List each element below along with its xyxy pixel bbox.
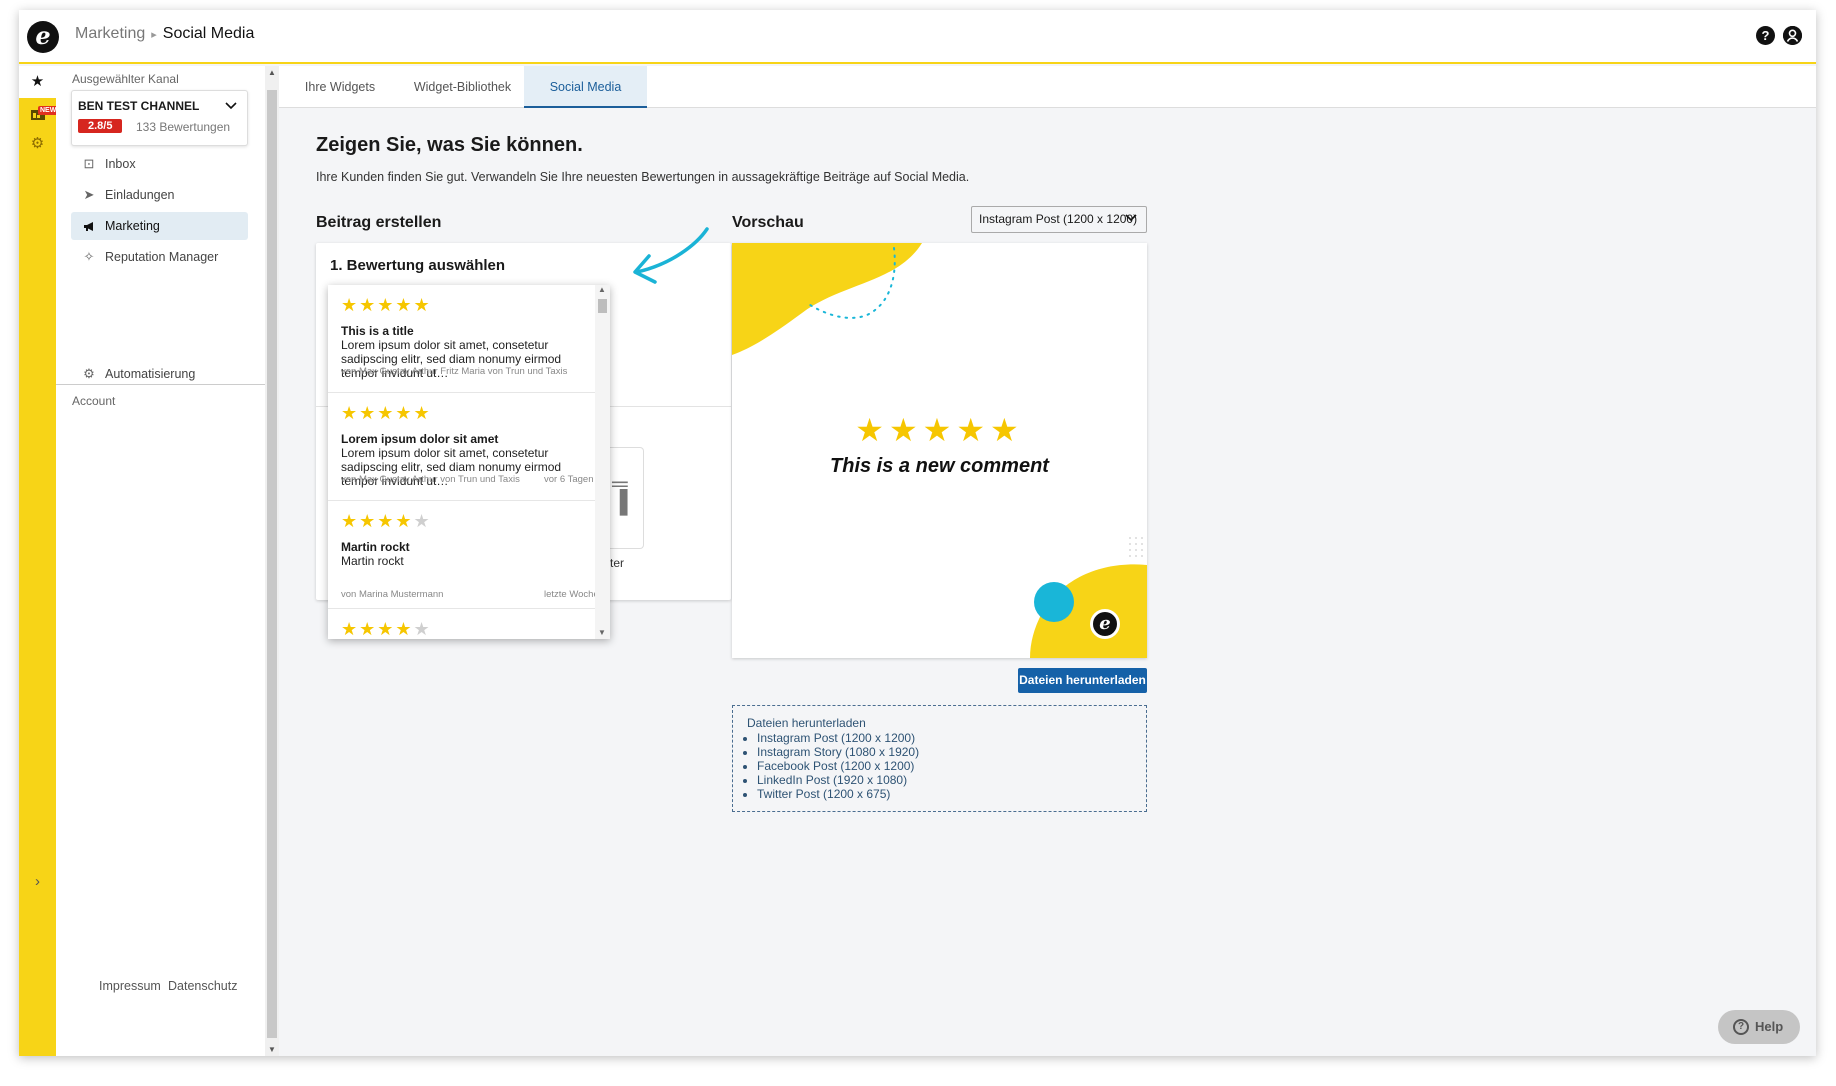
- question-circle-icon: ?: [1733, 1019, 1749, 1035]
- download-files-button[interactable]: Dateien herunterladen: [1018, 668, 1147, 693]
- breadcrumb: Marketing ▸ Social Media: [75, 25, 254, 43]
- sparkle-icon: ✧: [83, 249, 95, 264]
- review-option[interactable]: ★★★★★: [328, 609, 595, 639]
- dropdown-scrollbar[interactable]: ▲ ▼: [595, 285, 610, 639]
- review-author: von Max Gustav Arthur Fritz Maria von Tr…: [341, 366, 568, 377]
- user-icon[interactable]: [1783, 26, 1802, 45]
- help-icon[interactable]: ?: [1756, 26, 1775, 45]
- review-option[interactable]: ★★★★★ Lorem ipsum dolor sit amet Lorem i…: [328, 393, 595, 501]
- scrollbar-thumb[interactable]: [267, 90, 277, 1038]
- nav-item-reputation-manager[interactable]: ✧ Reputation Manager: [71, 243, 248, 271]
- download-format-item[interactable]: Twitter Post (1200 x 675): [757, 787, 1132, 801]
- megaphone-icon: [80, 212, 98, 240]
- page-heading: Zeigen Sie, was Sie können.: [316, 134, 583, 156]
- review-option[interactable]: ★★★★★ This is a title Lorem ipsum dolor …: [328, 285, 595, 393]
- scroll-down-icon[interactable]: ▼: [598, 628, 606, 637]
- chevron-down-icon: [1125, 207, 1137, 232]
- nav-item-label: Marketing: [105, 219, 160, 233]
- download-format-item[interactable]: Instagram Story (1080 x 1920): [757, 745, 1132, 759]
- channel-name: BEN TEST CHANNEL: [78, 99, 200, 113]
- scroll-up-icon[interactable]: ▲: [268, 68, 276, 77]
- channel-label: Ausgewählter Kanal: [72, 72, 179, 86]
- step1-title: 1. Bewertung auswählen: [330, 257, 506, 274]
- download-format-item[interactable]: LinkedIn Post (1920 x 1080): [757, 773, 1132, 787]
- collapse-chevron-icon[interactable]: ›: [19, 866, 56, 898]
- review-title: Lorem ipsum dolor sit amet: [341, 432, 499, 446]
- preview-title: Vorschau: [732, 214, 804, 231]
- preview-stars: ★★★★★: [855, 412, 1024, 448]
- breadcrumb-parent[interactable]: Marketing: [75, 25, 145, 42]
- review-date: letzte Woche: [544, 589, 595, 600]
- account-label: Account: [72, 394, 116, 408]
- help-button[interactable]: ? Help: [1718, 1010, 1800, 1044]
- review-dropdown[interactable]: ★★★★★ This is a title Lorem ipsum dolor …: [328, 285, 610, 639]
- footer-impressum-link[interactable]: Impressum: [99, 979, 161, 993]
- format-select-value: Instagram Post (1200 x 1200): [979, 212, 1138, 226]
- sidebar: Ausgewählter Kanal BEN TEST CHANNEL 2.8/…: [56, 66, 265, 1056]
- main-content: Ihre Widgets Widget-Bibliothek Social Me…: [279, 66, 1816, 1056]
- scroll-down-icon[interactable]: ▼: [268, 1045, 276, 1054]
- inbox-icon: ⊡: [83, 156, 95, 171]
- download-box-title: Dateien herunterladen: [747, 716, 866, 730]
- download-format-item[interactable]: Facebook Post (1200 x 1200): [757, 759, 1132, 773]
- page-subtitle: Ihre Kunden finden Sie gut. Verwandeln S…: [316, 170, 970, 184]
- breadcrumb-separator-icon: ▸: [151, 29, 157, 41]
- scrollbar-thumb[interactable]: [598, 299, 607, 313]
- nav-item-automatisierung[interactable]: ⚙ Automatisierung: [71, 360, 248, 388]
- tab-bar: Ihre Widgets Widget-Bibliothek Social Me…: [279, 66, 1816, 108]
- review-title: Martin rockt: [341, 540, 410, 554]
- review-date: vor 6 Tagen: [544, 474, 594, 485]
- hint-arrow-icon: [633, 227, 709, 284]
- download-format-list: Instagram Post (1200 x 1200) Instagram S…: [757, 731, 1132, 801]
- tab-social-media[interactable]: Social Media: [524, 66, 647, 108]
- nav-item-label: Reputation Manager: [105, 250, 219, 264]
- app-rail: ★ NEW ⚙ ›: [19, 66, 59, 1056]
- nav-item-einladungen[interactable]: ➤ Einladungen: [71, 181, 248, 209]
- lines-icon: ═ ▐: [612, 471, 628, 514]
- help-label: Help: [1755, 1019, 1784, 1034]
- review-count: 133 Bewertungen: [136, 120, 231, 134]
- preview-decoration: [732, 243, 1147, 658]
- nav-item-inbox[interactable]: ⊡ Inbox: [71, 150, 248, 178]
- nav-item-label: Inbox: [105, 157, 136, 171]
- review-author: von Max Gustav Arthur von Trun und Taxis: [341, 474, 520, 485]
- gear-icon[interactable]: ⚙: [19, 128, 56, 160]
- format-select[interactable]: Instagram Post (1200 x 1200): [971, 206, 1147, 233]
- nav-item-marketing[interactable]: Marketing: [71, 212, 248, 240]
- review-option[interactable]: ★★★★★ Martin rockt Martin rockt von Mari…: [328, 501, 595, 609]
- sidebar-scrollbar[interactable]: ▲ ▼: [265, 66, 279, 1056]
- trusted-shops-logo[interactable]: e: [27, 21, 59, 53]
- nav-item-label: Einladungen: [105, 188, 175, 202]
- star-icon[interactable]: ★: [19, 66, 56, 98]
- tab-widget-bibliothek[interactable]: Widget-Bibliothek: [401, 66, 524, 108]
- page-title: Social Media: [162, 25, 255, 42]
- tab-ihre-widgets[interactable]: Ihre Widgets: [279, 66, 401, 108]
- trusted-shops-logo: e: [1090, 609, 1120, 639]
- rating-stars: ★★★★★: [341, 619, 432, 639]
- app-window: e Marketing ▸ Social Media ? ★ NEW ⚙ › Aus…: [19, 10, 1816, 1056]
- chevron-down-icon: [225, 101, 237, 113]
- rating-badge: 2.8/5: [78, 119, 123, 133]
- review-body: Martin rockt: [341, 554, 404, 568]
- rating-stars: ★★★★★: [341, 295, 432, 315]
- preview-comment: This is a new comment: [830, 455, 1049, 477]
- paper-plane-icon: ➤: [83, 187, 95, 202]
- top-bar: e Marketing ▸ Social Media ?: [19, 10, 1816, 64]
- scroll-up-icon[interactable]: ▲: [598, 285, 606, 294]
- review-author: von Marina Mustermann: [341, 589, 444, 600]
- rating-stars: ★★★★★: [341, 403, 432, 423]
- review-title: This is a title: [341, 324, 414, 338]
- post-preview: ★★★★★ This is a new comment e: [732, 243, 1147, 658]
- create-post-title: Beitrag erstellen: [316, 214, 442, 231]
- rating-stars: ★★★★★: [341, 511, 432, 531]
- nav-item-label: Automatisierung: [105, 367, 196, 381]
- footer-datenschutz-link[interactable]: Datenschutz: [168, 979, 237, 993]
- download-format-item[interactable]: Instagram Post (1200 x 1200): [757, 731, 1132, 745]
- download-files-box: Dateien herunterladen Instagram Post (12…: [732, 705, 1147, 812]
- channel-selector[interactable]: BEN TEST CHANNEL 2.8/5 133 Bewertungen: [71, 90, 248, 146]
- robot-icon: ⚙: [83, 366, 95, 381]
